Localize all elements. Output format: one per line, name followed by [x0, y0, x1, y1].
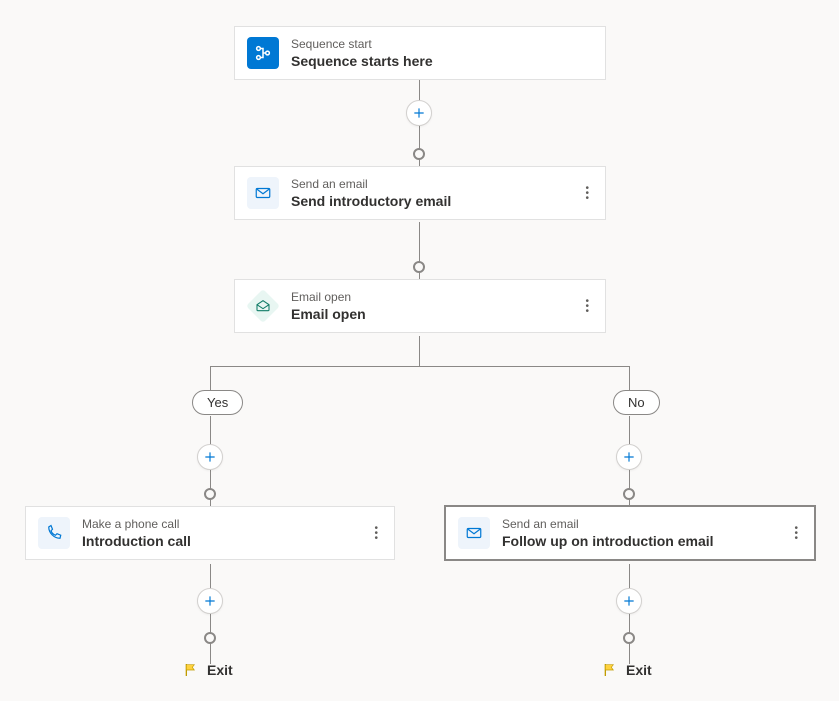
- email-open-icon: [247, 290, 279, 322]
- node-title: Sequence starts here: [291, 53, 433, 69]
- exit-node: Exit: [183, 662, 233, 678]
- connector: [419, 336, 420, 366]
- node-title: Send introductory email: [291, 193, 451, 209]
- connector-node: [204, 632, 216, 644]
- flow-icon: [247, 37, 279, 69]
- node-title: Follow up on introduction email: [502, 533, 714, 549]
- connector-node: [413, 261, 425, 273]
- node-sequence-start[interactable]: Sequence start Sequence starts here: [234, 26, 606, 80]
- connector-node: [413, 148, 425, 160]
- connector-node: [204, 488, 216, 500]
- node-type-label: Make a phone call: [82, 517, 191, 531]
- node-title: Introduction call: [82, 533, 191, 549]
- node-type-label: Sequence start: [291, 37, 433, 51]
- exit-label: Exit: [626, 662, 652, 678]
- email-icon: [247, 177, 279, 209]
- connector: [210, 366, 211, 390]
- node-phone-call[interactable]: Make a phone call Introduction call •••: [25, 506, 395, 560]
- connector-node: [623, 488, 635, 500]
- flag-icon: [602, 662, 618, 678]
- node-send-email-2[interactable]: Send an email Follow up on introduction …: [444, 505, 816, 561]
- node-more-menu[interactable]: •••: [790, 526, 802, 541]
- add-step-button[interactable]: [406, 100, 432, 126]
- node-more-menu[interactable]: •••: [370, 526, 382, 541]
- node-title: Email open: [291, 306, 366, 322]
- node-more-menu[interactable]: •••: [581, 299, 593, 314]
- connector: [210, 366, 630, 367]
- exit-node: Exit: [602, 662, 652, 678]
- branch-no-label: No: [613, 390, 660, 415]
- add-step-button[interactable]: [616, 588, 642, 614]
- node-more-menu[interactable]: •••: [581, 186, 593, 201]
- exit-label: Exit: [207, 662, 233, 678]
- connector: [629, 564, 630, 664]
- node-type-label: Email open: [291, 290, 366, 304]
- branch-yes-label: Yes: [192, 390, 243, 415]
- node-type-label: Send an email: [291, 177, 451, 191]
- connector-node: [623, 632, 635, 644]
- node-type-label: Send an email: [502, 517, 714, 531]
- add-step-button[interactable]: [616, 444, 642, 470]
- phone-icon: [38, 517, 70, 549]
- node-send-email-1[interactable]: Send an email Send introductory email ••…: [234, 166, 606, 220]
- flag-icon: [183, 662, 199, 678]
- node-condition-email-open[interactable]: Email open Email open •••: [234, 279, 606, 333]
- add-step-button[interactable]: [197, 444, 223, 470]
- connector: [629, 366, 630, 390]
- connector: [210, 564, 211, 664]
- email-icon: [458, 517, 490, 549]
- add-step-button[interactable]: [197, 588, 223, 614]
